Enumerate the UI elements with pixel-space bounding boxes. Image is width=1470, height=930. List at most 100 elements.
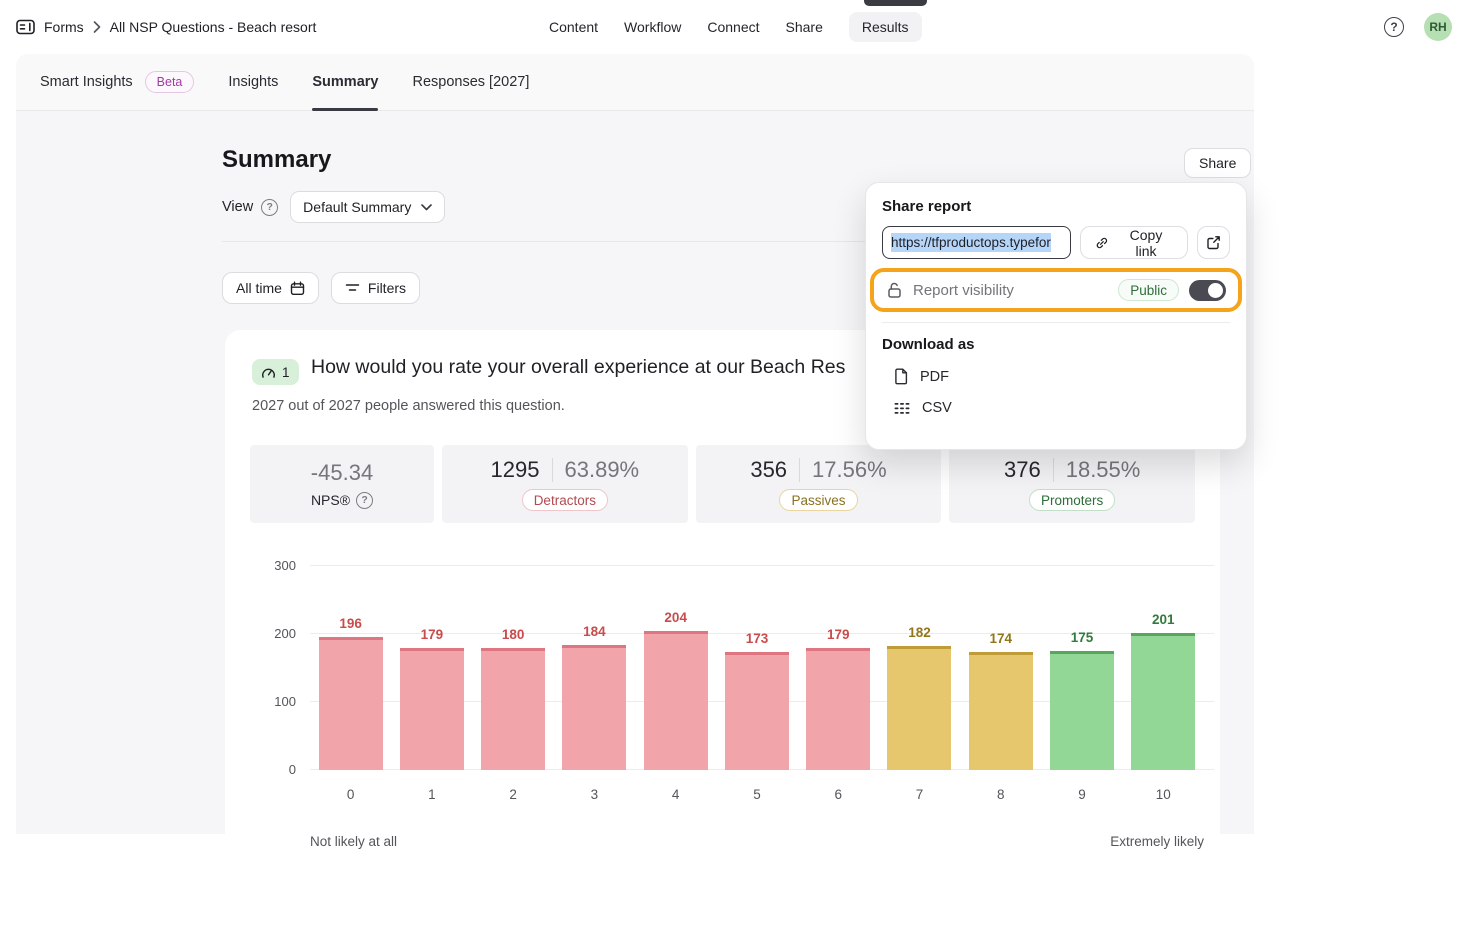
breadcrumb-form-title: All NSP Questions - Beach resort: [109, 19, 317, 35]
x-axis-tick: 2: [509, 787, 517, 802]
x-axis-tick: 7: [915, 787, 924, 802]
filter-icon: [345, 284, 360, 291]
copy-link-button[interactable]: Copy link: [1079, 226, 1189, 259]
divider: [1052, 458, 1054, 482]
chart-bar[interactable]: [1050, 651, 1115, 770]
gauge-icon: [262, 368, 275, 378]
report-visibility-label: Report visibility: [913, 281, 1014, 299]
bar-value-label: 201: [1152, 612, 1175, 628]
x-axis-tick: 0: [346, 787, 355, 802]
nav-tab-share[interactable]: Share: [786, 19, 823, 35]
promoters-percent: 18.55%: [1065, 457, 1141, 482]
tab-responses[interactable]: Responses [2027]: [412, 54, 529, 110]
passives-percent: 17.56%: [812, 457, 887, 482]
view-dropdown[interactable]: Default Summary: [290, 191, 446, 223]
bar-value-label: 179: [420, 627, 444, 643]
y-axis-tick: 300: [274, 558, 296, 573]
download-pdf-item[interactable]: PDF: [882, 368, 1230, 385]
time-filter-label: All time: [236, 280, 282, 296]
public-badge: Public: [1118, 279, 1179, 301]
question-number: 1: [282, 364, 290, 380]
x-axis-tick: 6: [834, 787, 842, 802]
nav-tab-content[interactable]: Content: [549, 19, 598, 35]
tab-smart-insights[interactable]: Smart Insights Beta: [40, 54, 195, 110]
view-row: View ? Default Summary: [222, 191, 446, 223]
chart-bar-slot: 173 5: [716, 566, 797, 802]
nps-value: -45.34: [310, 459, 374, 485]
question-badge: 1: [252, 359, 299, 385]
download-csv-item[interactable]: CSV: [882, 400, 1230, 416]
nps-help-icon[interactable]: ?: [356, 491, 374, 509]
chart-bar[interactable]: [1131, 633, 1196, 770]
share-url-row: https://tfproductops.typefor Copy link: [882, 226, 1230, 259]
page-title: Summary: [222, 146, 332, 173]
calendar-icon: [290, 281, 305, 295]
detractors-card: 1295 63.89% Detractors: [442, 445, 688, 523]
nav-tab-connect[interactable]: Connect: [707, 19, 759, 35]
bar-value-label: 196: [339, 615, 362, 631]
chart-bar[interactable]: [562, 644, 627, 770]
report-visibility-row: Report visibility Public: [870, 268, 1242, 312]
question-title: How would you rate your overall experien…: [311, 356, 846, 378]
avatar[interactable]: RH: [1424, 13, 1452, 41]
bar-value-label: 204: [664, 610, 687, 626]
visibility-toggle[interactable]: [1189, 279, 1226, 301]
view-help-icon[interactable]: ?: [261, 198, 279, 216]
chart-bar-slot: 204 4: [635, 566, 716, 802]
tab-insights-label: Insights: [228, 74, 279, 90]
chart-bar[interactable]: [318, 636, 383, 770]
tab-insights[interactable]: Insights: [228, 54, 278, 110]
chevron-right-icon: [93, 21, 101, 33]
share-popup-title: Share report: [882, 198, 972, 215]
nav-tab-workflow[interactable]: Workflow: [624, 19, 681, 35]
download-pdf-label: PDF: [920, 368, 949, 385]
x-axis-tick: 4: [671, 787, 680, 802]
bar-value-label: 174: [989, 630, 1013, 646]
chart-bar[interactable]: [887, 646, 952, 770]
filters-button[interactable]: Filters: [330, 272, 421, 304]
view-label: View: [222, 199, 254, 215]
nav-tab-results[interactable]: Results: [848, 12, 922, 42]
passives-card: 356 17.56% Passives: [695, 445, 942, 523]
detractors-percent: 63.89%: [564, 457, 640, 482]
divider: [799, 458, 801, 482]
chart-bar[interactable]: [643, 631, 708, 770]
breadcrumb-app[interactable]: Forms: [44, 19, 84, 35]
open-link-button[interactable]: [1197, 226, 1230, 259]
x-axis-tick: 5: [753, 787, 761, 802]
chart-bar[interactable]: [968, 651, 1033, 770]
chart-bar[interactable]: [724, 652, 789, 770]
chart-bar[interactable]: [399, 648, 464, 770]
filter-row: All time Filters: [222, 272, 421, 304]
bar-value-label: 173: [745, 631, 769, 647]
filters-label: Filters: [367, 280, 407, 296]
tab-summary[interactable]: Summary: [312, 54, 379, 111]
chart-caption-right: Extremely likely: [1110, 834, 1204, 849]
nps-stats-row: -45.34 NPS® ? 1295 63.89% Detractors 356: [250, 445, 1196, 523]
chart-bar[interactable]: [806, 648, 871, 770]
y-axis-tick: 200: [274, 626, 296, 641]
results-tabstrip: Smart Insights Beta Insights Summary Res…: [16, 54, 1254, 111]
help-icon[interactable]: ?: [1384, 17, 1404, 37]
chevron-down-icon: [421, 203, 433, 210]
forms-icon: [16, 19, 35, 35]
chart-bar-slot: 175 9: [1041, 566, 1122, 802]
share-url-input[interactable]: https://tfproductops.typefor: [882, 226, 1071, 259]
chart-x-captions: Not likely at all Extremely likely: [310, 834, 1204, 849]
copy-link-label: Copy link: [1129, 226, 1163, 259]
x-axis-tick: 1: [428, 787, 436, 802]
share-button[interactable]: Share: [1184, 148, 1252, 178]
time-filter-button[interactable]: All time: [222, 272, 319, 304]
tab-summary-label: Summary: [312, 74, 379, 90]
y-axis-tick: 0: [288, 762, 296, 777]
detractors-count: 1295: [490, 457, 540, 482]
toggle-knob: [1208, 282, 1223, 298]
divider: [551, 458, 553, 482]
download-as-label: Download as: [882, 336, 975, 353]
chart-bar-slot: 182 7: [879, 566, 960, 802]
chart-bar-slot: 201 10: [1123, 566, 1204, 802]
chart-bar[interactable]: [481, 647, 546, 770]
file-icon: [895, 368, 908, 385]
tab-responses-label: Responses [2027]: [412, 74, 530, 90]
promoters-card: 376 18.55% Promoters: [949, 445, 1196, 523]
